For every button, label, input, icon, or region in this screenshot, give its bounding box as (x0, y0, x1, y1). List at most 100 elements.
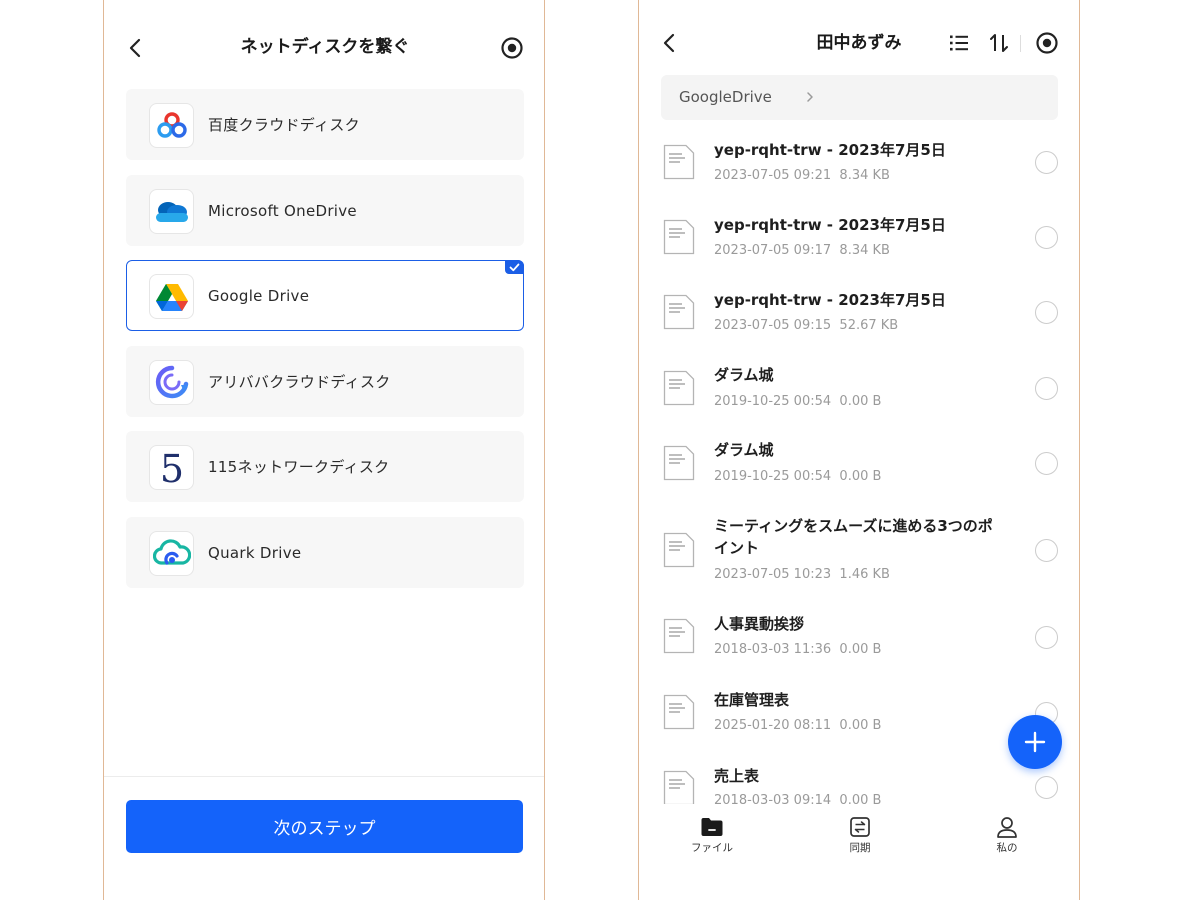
list-view-icon[interactable] (947, 31, 971, 55)
file-list: yep-rqht-trw - 2023年7月5日 2023-07-05 09:2… (639, 124, 1079, 804)
file-name: ダラム城 (714, 441, 774, 459)
disk-name: Microsoft OneDrive (208, 201, 357, 220)
file-date: 2019-10-25 00:54 (714, 469, 832, 484)
file-name: ダラム城 (714, 366, 774, 384)
disk-name: Google Drive (208, 287, 310, 305)
quark-drive-logo (149, 530, 194, 576)
file-size: 1.46 KB (839, 567, 890, 582)
nav-item-files[interactable]: ファイル (672, 816, 752, 855)
sort-icon[interactable] (987, 31, 1011, 55)
select-radio[interactable] (1035, 539, 1058, 562)
nav-label: ファイル (691, 842, 733, 854)
file-meta: 2025-01-20 08:11 0.00 B (714, 718, 881, 733)
chevron-right-icon (807, 92, 813, 102)
breadcrumb: GoogleDrive (661, 75, 1058, 120)
file-name: 人事異動挨拶 (714, 615, 805, 633)
divider (104, 776, 544, 777)
nav-item-profile[interactable]: 私の (967, 816, 1047, 855)
disk-name: Quark Drive (208, 543, 302, 562)
page-title: 田中あずみ (816, 33, 902, 53)
document-icon (663, 694, 695, 730)
svg-text:5: 5 (159, 449, 183, 487)
document-icon (663, 532, 695, 568)
document-icon (663, 770, 695, 804)
file-size: 0.00 B (839, 642, 882, 657)
person-icon (997, 817, 1017, 838)
nav-label: 私の (996, 842, 1018, 854)
file-meta: 2023-07-05 09:21 8.34 KB (714, 168, 890, 183)
file-name: 売上表 (714, 767, 760, 785)
disk-item-quark[interactable]: Quark Drive (126, 516, 524, 588)
file-size: 0.00 B (839, 469, 882, 484)
select-radio[interactable] (1035, 776, 1058, 799)
select-radio[interactable] (1035, 377, 1058, 400)
document-icon (663, 370, 695, 406)
file-name: yep-rqht-trw - 2023年7月5日 (714, 291, 946, 309)
disk-item-onedrive[interactable]: Microsoft OneDrive (126, 174, 524, 246)
connect-disk-screen: ネットディスクを繋ぐ 百度クラウドディスク Microsoft OneDrive… (103, 0, 545, 900)
page-title: ネットディスクを繋ぐ (240, 37, 410, 57)
document-icon (663, 219, 695, 255)
disk-item-google-drive[interactable]: Google Drive (126, 260, 524, 331)
disk-item-115[interactable]: 5 115ネットワークディスク (126, 431, 524, 502)
back-arrow-icon[interactable] (658, 31, 682, 55)
document-icon (663, 445, 695, 481)
file-date: 2018-03-03 11:36 (714, 642, 832, 657)
nav-label: 同期 (849, 842, 871, 854)
file-meta: 2019-10-25 00:54 0.00 B (714, 394, 881, 409)
file-date: 2023-07-05 10:23 (714, 567, 832, 582)
file-size: 0.00 B (839, 394, 882, 409)
add-button[interactable] (1008, 715, 1062, 769)
file-meta: 2023-07-05 10:23 1.46 KB (714, 567, 890, 582)
onedrive-logo (149, 188, 194, 234)
google-drive-logo (149, 274, 194, 319)
file-date: 2023-07-05 09:21 (714, 168, 832, 183)
disk-item-alibaba[interactable]: アリババクラウドディスク (126, 345, 524, 417)
disk-name: 百度クラウドディスク (208, 116, 360, 134)
file-size: 8.34 KB (839, 168, 890, 183)
disk-name: 115ネットワークディスク (208, 458, 390, 476)
file-meta: 2018-03-03 09:14 0.00 B (714, 793, 881, 804)
document-icon (663, 294, 695, 330)
next-step-button[interactable]: 次のステップ (126, 800, 523, 853)
select-radio[interactable] (1035, 151, 1058, 174)
nav-item-sync[interactable]: 同期 (820, 816, 900, 855)
file-name: yep-rqht-trw - 2023年7月5日 (714, 141, 946, 159)
file-meta: 2019-10-25 00:54 0.00 B (714, 469, 881, 484)
file-size: 52.67 KB (839, 318, 899, 333)
select-radio[interactable] (1035, 301, 1058, 324)
plus-icon (1024, 731, 1046, 753)
file-meta: 2018-03-03 11:36 0.00 B (714, 642, 881, 657)
file-name: 在庫管理表 (714, 691, 790, 709)
sync-icon (850, 817, 870, 837)
baidu-cloud-logo (149, 103, 194, 148)
115-logo: 5 (149, 445, 194, 490)
file-date: 2023-07-05 09:15 (714, 318, 832, 333)
file-date: 2025-01-20 08:11 (714, 718, 832, 733)
file-browser-screen: 田中あずみ GoogleDrive yep-rqht-trw - 2023年7月… (638, 0, 1080, 900)
file-meta: 2023-07-05 09:17 8.34 KB (714, 243, 890, 258)
document-icon (663, 144, 695, 180)
disk-name: アリババクラウドディスク (208, 372, 391, 391)
breadcrumb-item-googledrive[interactable]: GoogleDrive (679, 75, 772, 120)
select-radio[interactable] (1035, 452, 1058, 475)
file-date: 2023-07-05 09:17 (714, 243, 832, 258)
file-date: 2019-10-25 00:54 (714, 394, 832, 409)
target-icon[interactable] (1035, 31, 1059, 55)
file-meta: 2023-07-05 09:15 52.67 KB (714, 318, 898, 333)
check-icon (505, 260, 524, 274)
folder-icon (701, 818, 723, 836)
file-size: 0.00 B (839, 718, 882, 733)
file-name: yep-rqht-trw - 2023年7月5日 (714, 216, 946, 234)
divider (1020, 35, 1021, 52)
disk-list: 百度クラウドディスク Microsoft OneDrive Google Dri… (126, 89, 524, 602)
disk-item-baidu[interactable]: 百度クラウドディスク (126, 89, 524, 160)
select-radio[interactable] (1035, 226, 1058, 249)
select-radio[interactable] (1035, 626, 1058, 649)
file-size: 8.34 KB (839, 243, 890, 258)
bottom-nav: ファイル 同期 私の (639, 804, 1079, 900)
alibaba-cloud-logo (149, 359, 194, 405)
target-icon[interactable] (500, 36, 524, 60)
file-size: 0.00 B (839, 793, 882, 804)
file-date: 2018-03-03 09:14 (714, 793, 832, 804)
